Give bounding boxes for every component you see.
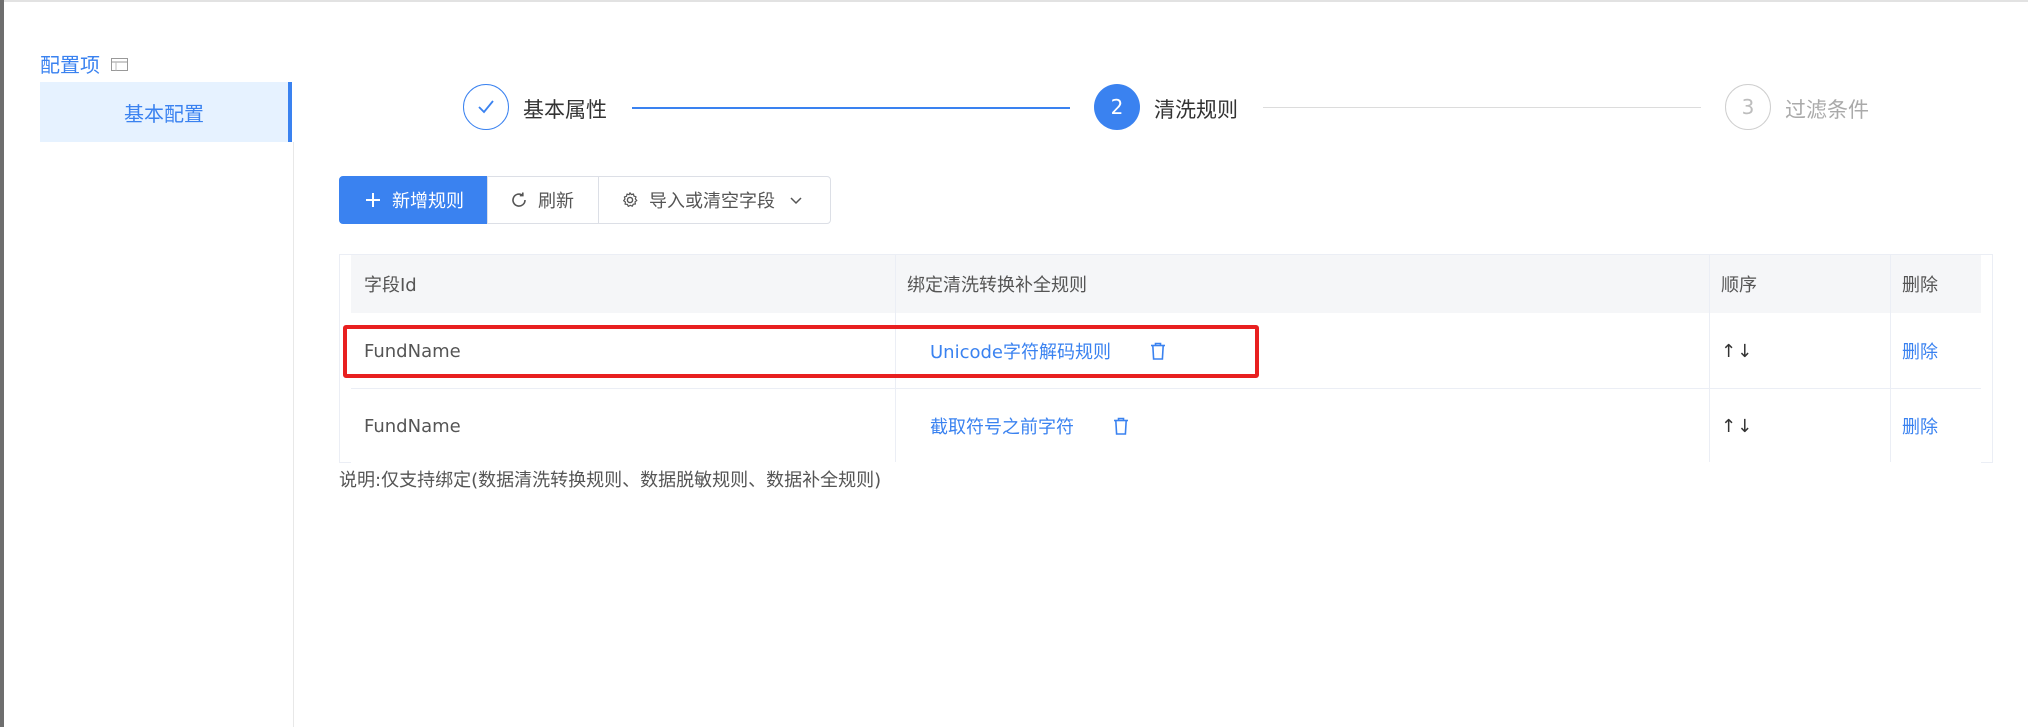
column-header-field-id: 字段Id xyxy=(364,275,417,296)
order-arrows[interactable]: ↑↓ xyxy=(1721,389,1753,463)
delete-cell: 删除 xyxy=(1902,389,1938,463)
window-top-border xyxy=(0,0,2028,2)
sidebar-title: 配置项 xyxy=(40,53,100,77)
note-text: 说明:仅支持绑定(数据清洗转换规则、数据脱敏规则、数据补全规则) xyxy=(339,470,882,491)
step-2-label: 清洗规则 xyxy=(1154,98,1238,122)
sidebar-divider xyxy=(293,142,294,727)
sidebar-item-basic-config[interactable]: 基本配置 xyxy=(40,82,292,142)
delete-link[interactable]: 删除 xyxy=(1902,413,1938,439)
field-id-cell: FundName xyxy=(364,415,461,437)
step-3-indicator: 3 xyxy=(1725,84,1771,130)
rule-link[interactable]: 截取符号之前字符 xyxy=(930,413,1074,439)
step-2-indicator: 2 xyxy=(1094,84,1140,130)
delete-cell: 删除 xyxy=(1902,314,1938,388)
column-divider xyxy=(1890,255,1891,462)
delete-link[interactable]: 删除 xyxy=(1902,338,1938,364)
step-1-label: 基本属性 xyxy=(523,98,607,122)
table-header: 字段Id 绑定清洗转换补全规则 顺序 删除 xyxy=(351,255,1981,313)
step-1-indicator xyxy=(463,84,509,130)
refresh-icon xyxy=(512,192,526,207)
column-header-bound-rule: 绑定清洗转换补全规则 xyxy=(907,275,1087,296)
refresh-label: 刷新 xyxy=(538,191,574,212)
sidebar-item-label: 基本配置 xyxy=(124,101,204,126)
refresh-button[interactable]: 刷新 xyxy=(487,176,599,224)
gear-icon xyxy=(623,192,638,207)
trash-icon[interactable] xyxy=(1112,416,1130,436)
table-row: FundName 截取符号之前字符 ↑↓ 删除 xyxy=(351,389,1981,463)
column-divider xyxy=(1709,255,1710,462)
step-3-label: 过滤条件 xyxy=(1785,98,1869,122)
window-left-border xyxy=(0,0,4,727)
column-header-delete: 删除 xyxy=(1902,275,1938,296)
order-arrows[interactable]: ↑↓ xyxy=(1721,314,1753,388)
step-connector-2 xyxy=(1263,107,1701,108)
order-up-down-icon[interactable]: ↑↓ xyxy=(1721,416,1753,437)
chevron-down-icon xyxy=(790,197,802,205)
step-connector-1 xyxy=(632,107,1070,109)
import-or-clear-fields-dropdown[interactable]: 导入或清空字段 xyxy=(598,176,831,224)
add-rule-label: 新增规则 xyxy=(392,191,464,212)
column-header-order: 顺序 xyxy=(1721,275,1757,296)
check-icon xyxy=(478,100,494,114)
highlight-box xyxy=(343,325,1259,378)
bound-rule-cell: 截取符号之前字符 xyxy=(930,389,1130,463)
add-rule-button[interactable]: 新增规则 xyxy=(339,176,488,224)
import-or-clear-label: 导入或清空字段 xyxy=(649,191,775,212)
order-up-down-icon[interactable]: ↑↓ xyxy=(1721,341,1753,362)
table-icon xyxy=(111,58,128,71)
plus-icon xyxy=(366,193,380,207)
